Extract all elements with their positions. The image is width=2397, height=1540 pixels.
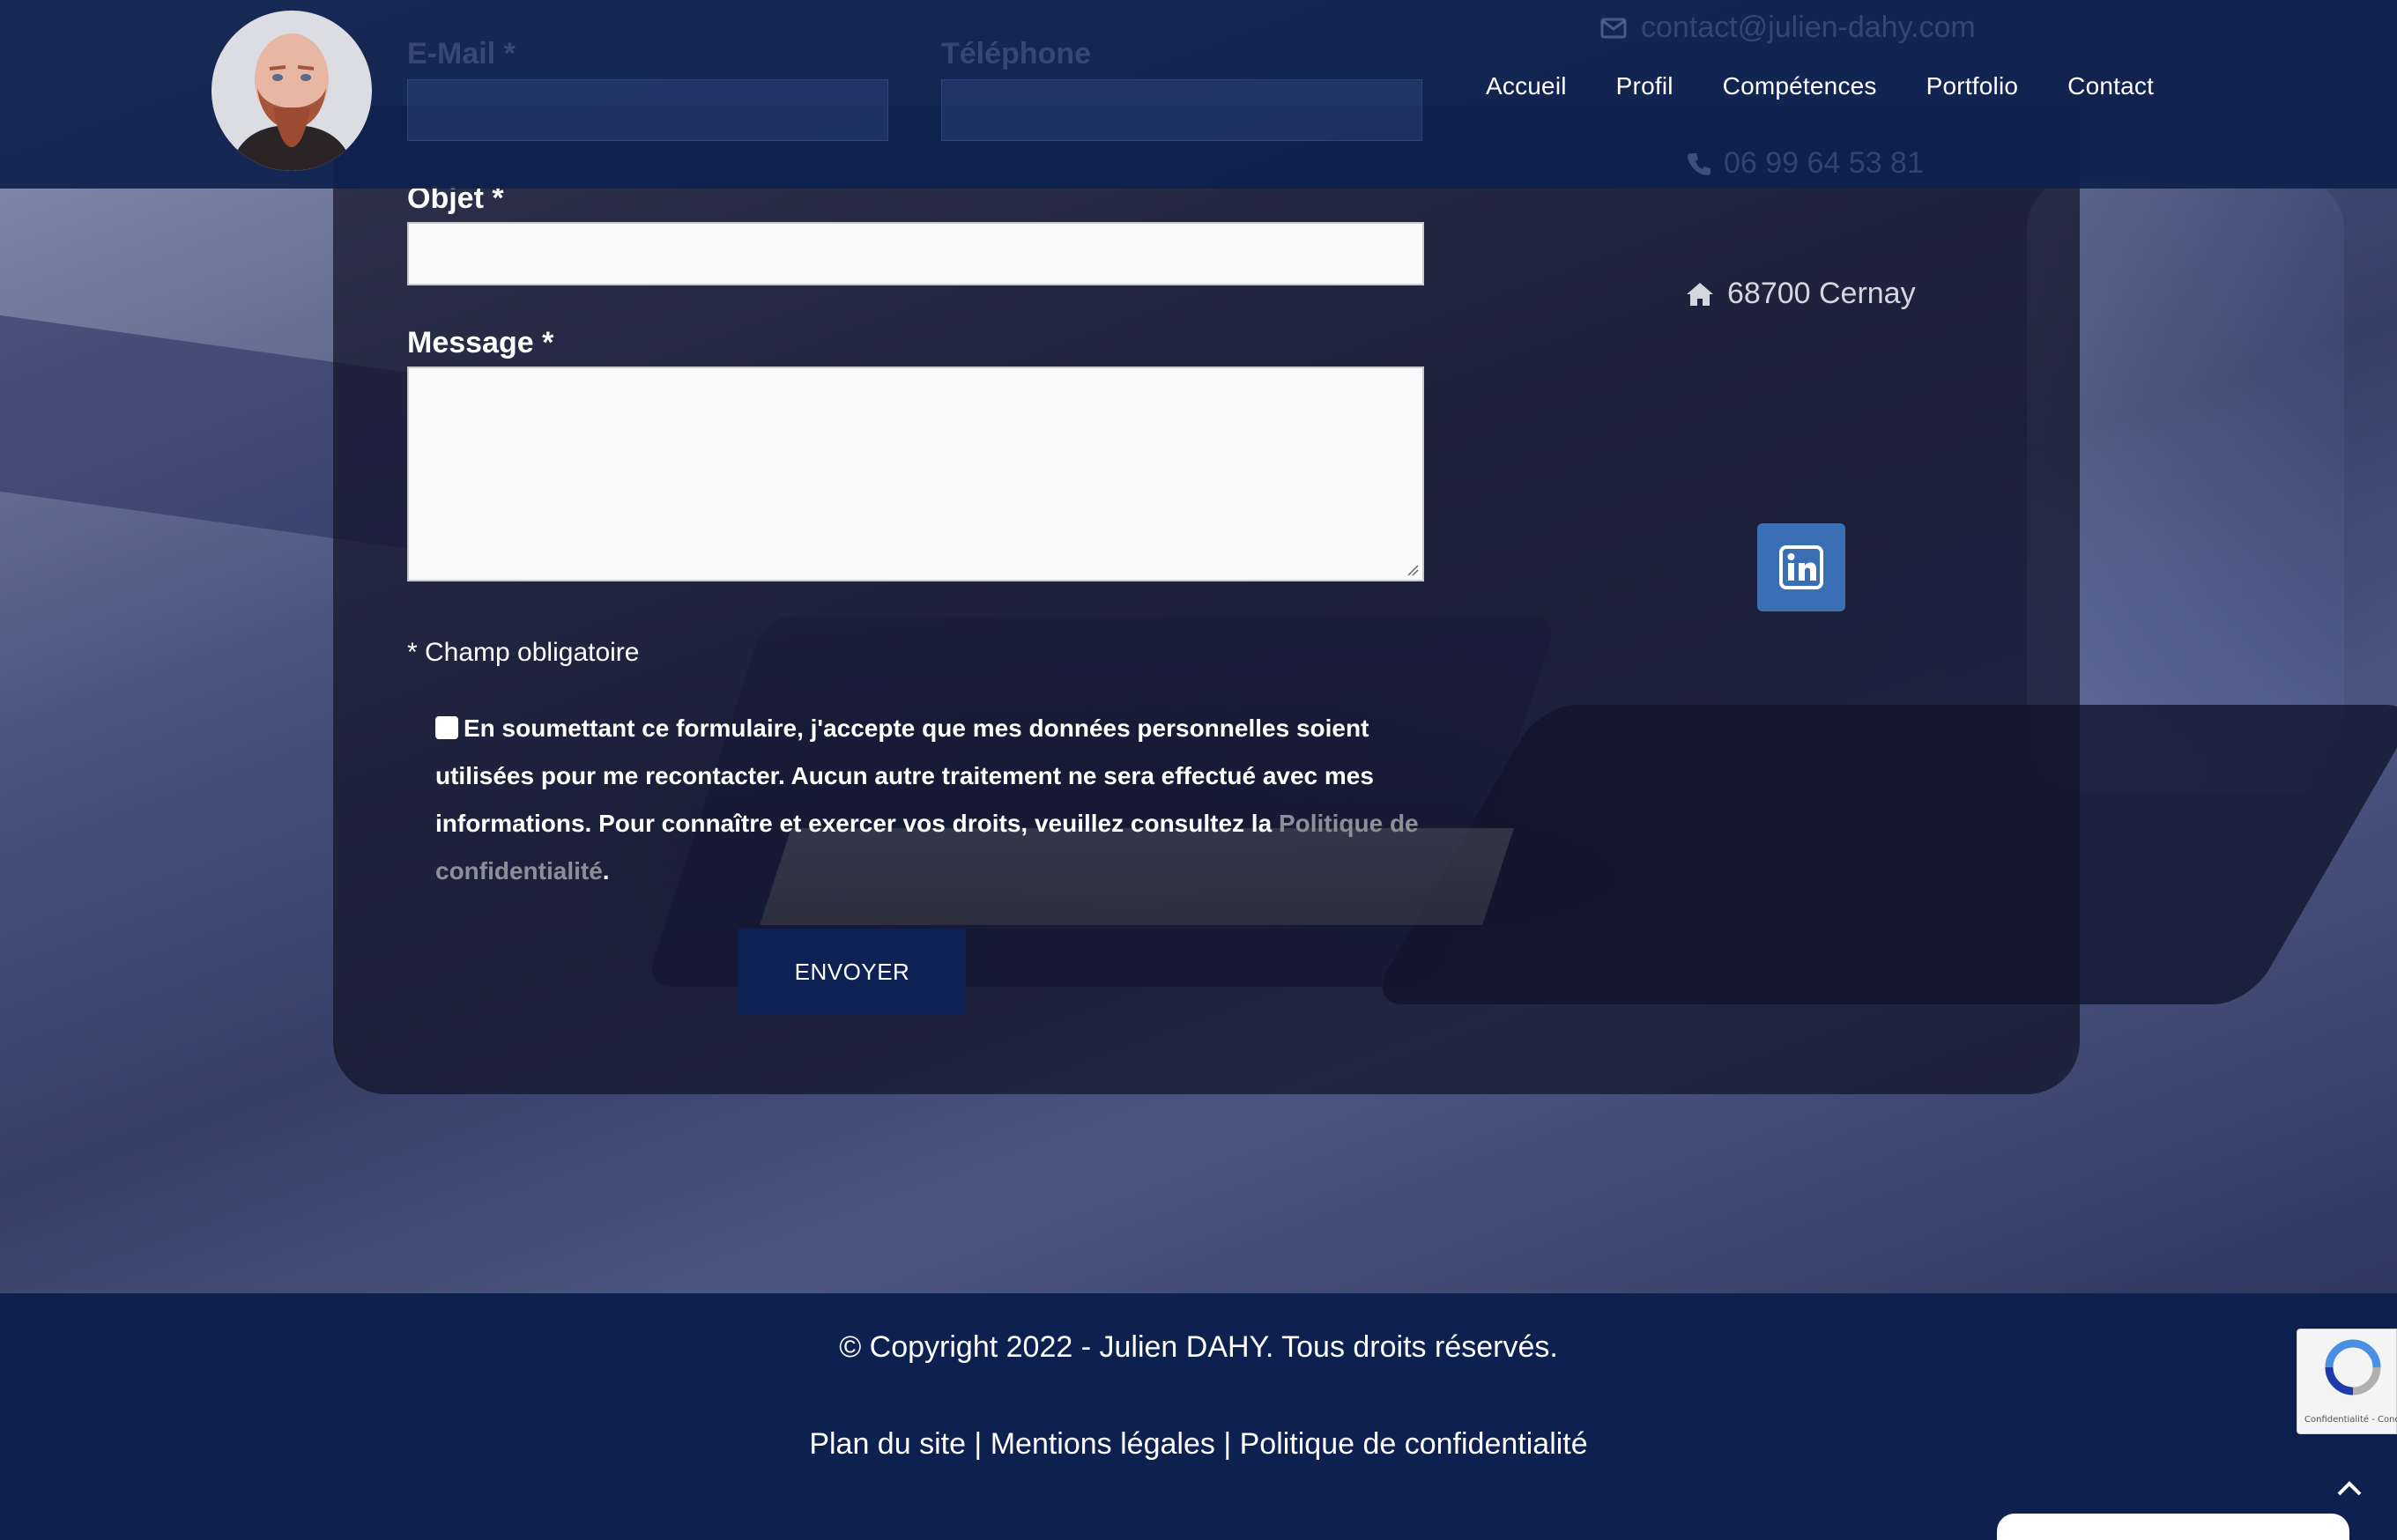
contact-phone-faded: 06 99 64 53 81 (1687, 146, 1924, 181)
contact-email-faded: contact@julien-dahy.com (1600, 11, 1976, 45)
nav-contact[interactable]: Contact (2067, 72, 2154, 100)
message-textarea[interactable] (407, 366, 1424, 581)
site-header: E-Mail * Téléphone contact@julien-dahy.c… (0, 0, 2397, 189)
recaptcha-badge[interactable]: Confidentialité - Conditions (2297, 1329, 2397, 1434)
phone-label-faded: Téléphone (941, 37, 1092, 70)
scroll-to-top-icon[interactable] (2334, 1473, 2365, 1505)
message-label: Message * (407, 326, 554, 359)
nav-profil[interactable]: Profil (1616, 72, 1673, 100)
address: 68700 Cernay (1685, 277, 1916, 311)
email-label-faded: E-Mail * (407, 37, 516, 70)
footer-link-privacy[interactable]: Politique de confidentialité (1240, 1427, 1588, 1461)
phone-icon (1688, 152, 1711, 175)
required-note: * Champ obligatoire (407, 638, 640, 667)
resize-grip-icon[interactable] (1406, 564, 1419, 576)
nav-competences[interactable]: Compétences (1723, 72, 1877, 100)
consent-checkbox[interactable] (435, 716, 458, 739)
nav-accueil[interactable]: Accueil (1486, 72, 1567, 100)
consent-block: En soumettant ce formulaire, j'accepte q… (435, 714, 1419, 885)
envelope-icon (1600, 18, 1627, 38)
nav-portfolio[interactable]: Portfolio (1926, 72, 2019, 100)
avatar-illustration (212, 11, 372, 171)
bottom-widget[interactable] (1997, 1514, 2349, 1540)
linkedin-button[interactable] (1757, 523, 1845, 611)
recaptcha-icon (2325, 1339, 2381, 1396)
footer-links: Plan du site | Mentions légales | Politi… (809, 1427, 1588, 1461)
home-icon (1687, 282, 1713, 306)
send-button[interactable]: ENVOYER (738, 929, 966, 1015)
consent-text: En soumettant ce formulaire, j'accepte q… (435, 714, 1374, 837)
footer-link-legal[interactable]: Mentions légales (991, 1427, 1215, 1461)
subject-input[interactable] (407, 222, 1424, 285)
linkedin-icon (1779, 545, 1823, 589)
phone-input-faded[interactable] (941, 79, 1422, 141)
email-input-faded[interactable] (407, 79, 888, 141)
copyright: © Copyright 2022 - Julien DAHY. Tous dro… (839, 1330, 1558, 1364)
avatar[interactable] (212, 11, 372, 171)
footer-link-sitemap[interactable]: Plan du site (809, 1427, 966, 1461)
main-nav: Accueil Profil Compétences Portfolio Con… (1486, 72, 2154, 100)
